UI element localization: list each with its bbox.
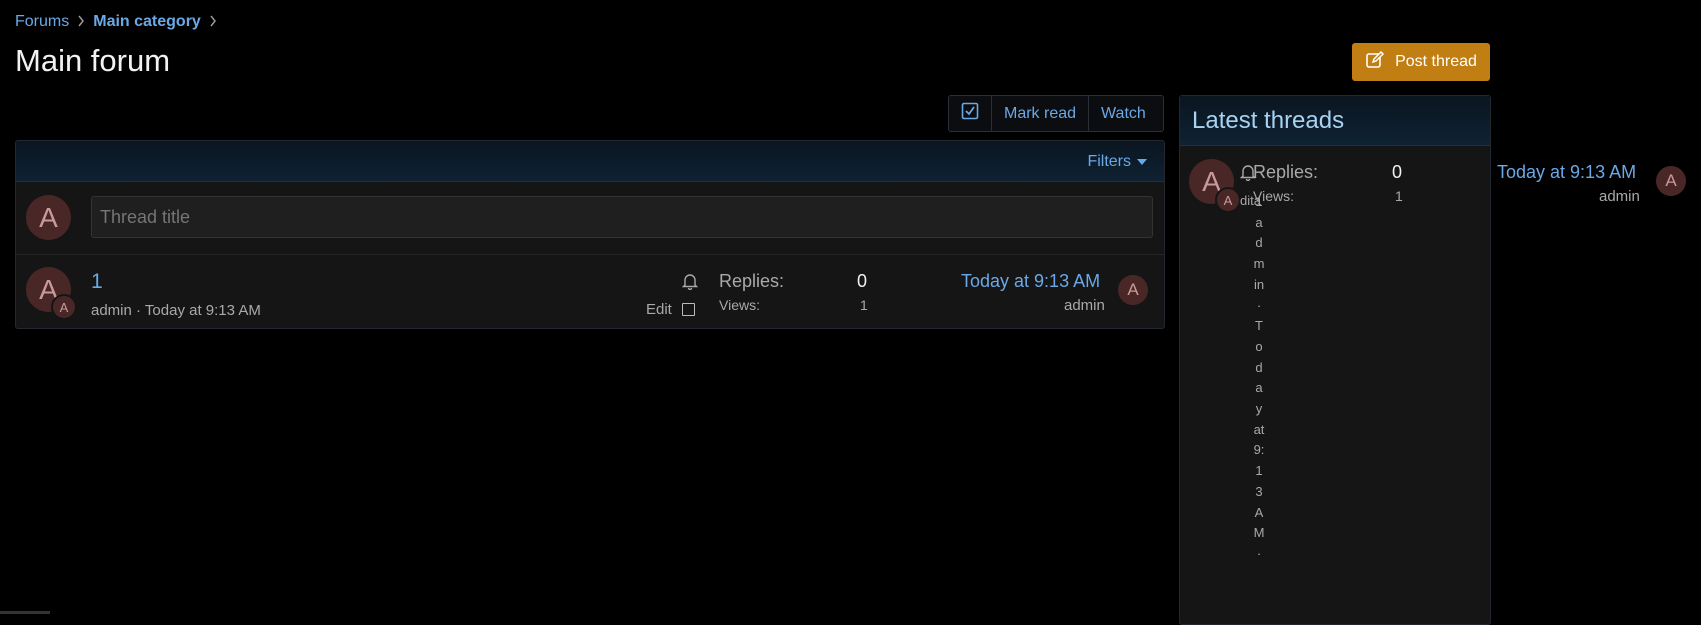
post-thread-label: Post thread <box>1395 53 1477 70</box>
thread-date[interactable]: Today at 9:13 AM <box>145 302 261 319</box>
thread-list: Filters A A A 1 admin · Today at 9:13 AM… <box>15 140 1165 329</box>
breadcrumb-forums[interactable]: Forums <box>15 13 69 31</box>
breadcrumb-main-category[interactable]: Main category <box>93 13 201 31</box>
avatar[interactable]: A <box>26 195 71 240</box>
replies-count: 0 <box>1392 162 1403 182</box>
mark-read-button[interactable]: Mark read <box>991 96 1088 131</box>
widget-title: Latest threads <box>1180 96 1490 146</box>
caret-down-icon <box>1137 159 1147 165</box>
table-row: A A 1 admin · Today at 9:13 AM Edit Repl… <box>16 255 1164 328</box>
replies-label: Replies: <box>1253 162 1319 182</box>
thread-title-input[interactable] <box>91 196 1153 238</box>
mini-avatar[interactable]: A <box>51 294 77 320</box>
meta-separator: · <box>131 302 145 319</box>
thread-title-link[interactable]: 1 <box>91 270 103 294</box>
checkbox-icon[interactable] <box>681 303 695 316</box>
thread-meta-vertical: 1admin·Todayat9:13AM· <box>1253 194 1265 561</box>
breadcrumb: Forums Main category <box>15 13 217 31</box>
views-label: Views: <box>719 297 760 313</box>
bell-icon[interactable] <box>681 272 699 295</box>
last-post-date[interactable]: Today at 9:13 AM <box>1497 162 1636 183</box>
replies-count: 0 <box>857 271 868 291</box>
replies-label: Replies: <box>719 271 785 291</box>
filters-label: Filters <box>1087 153 1131 170</box>
last-post-user[interactable]: admin <box>1599 188 1640 205</box>
thread-list-header: Filters <box>16 141 1164 182</box>
post-thread-button[interactable]: Post thread <box>1352 43 1490 81</box>
last-post-user[interactable]: admin <box>1064 297 1105 314</box>
views-count: 1 <box>860 297 868 313</box>
chevron-right-icon <box>77 14 85 30</box>
watch-button[interactable]: Watch <box>1088 96 1158 131</box>
views-count: 1 <box>1395 188 1403 204</box>
last-post-date[interactable]: Today at 9:13 AM <box>961 271 1100 292</box>
avatar[interactable]: A <box>1118 275 1148 305</box>
mini-avatar[interactable]: A <box>1215 187 1241 213</box>
thread-meta: admin · Today at 9:13 AM <box>91 302 261 319</box>
edit-icon <box>1365 50 1385 75</box>
avatar[interactable]: A <box>1656 166 1686 196</box>
edit-control: Edit <box>646 301 695 318</box>
thread-author[interactable]: admin <box>91 302 132 319</box>
quick-thread-row: A <box>16 182 1164 255</box>
select-toggle-button[interactable] <box>949 96 991 131</box>
edit-link[interactable]: Edit <box>646 301 672 318</box>
page-title: Main forum <box>15 43 171 78</box>
chevron-right-icon <box>209 14 217 30</box>
check-square-icon <box>961 102 979 125</box>
action-bar: Mark read Watch <box>948 95 1164 132</box>
filters-button[interactable]: Filters <box>1087 153 1147 171</box>
